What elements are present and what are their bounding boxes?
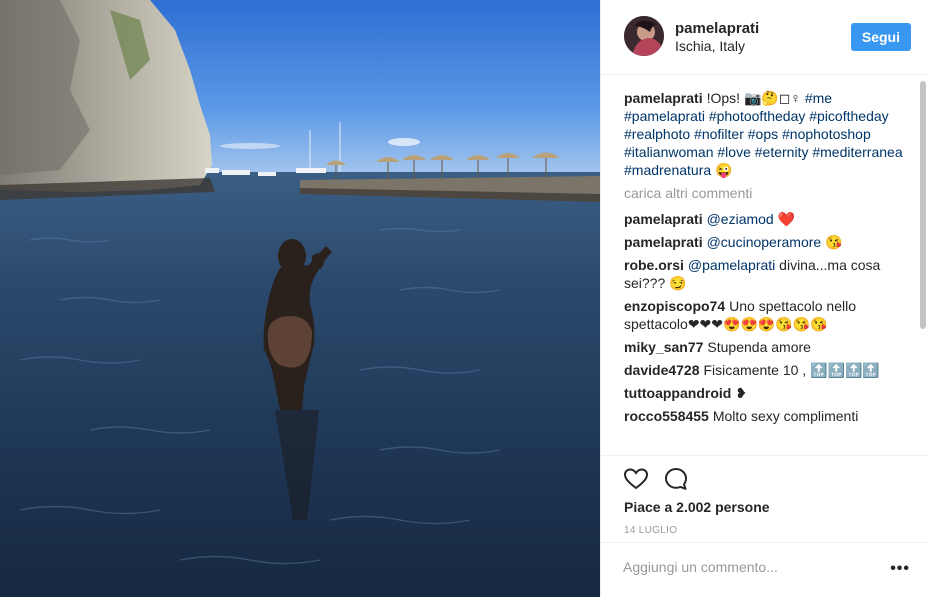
comment-item: pamelaprati @eziamod ❤️ <box>624 210 916 228</box>
likes-count[interactable]: Piace a 2.002 persone <box>624 499 770 515</box>
post-details-panel: pamelaprati Ischia, Italy Segui pamelapr… <box>600 0 929 597</box>
speech-bubble-icon[interactable] <box>663 466 689 492</box>
comment-item: enzopiscopo74 Uno spettacolo nello spetta… <box>624 297 916 333</box>
heart-outline-icon[interactable] <box>623 466 649 492</box>
header-location[interactable]: Ischia, Italy <box>675 38 745 54</box>
comments-list[interactable]: pamelaprati !Ops! 📷🤔◻♀ #me #pamelaprati #… <box>601 75 929 455</box>
comment-input[interactable] <box>623 559 883 575</box>
comment-text: Stupenda amore <box>707 339 811 355</box>
caption: pamelaprati !Ops! 📷🤔◻♀ #me #pamelaprati #… <box>624 89 916 179</box>
caption-emoji: 😜 <box>715 162 733 178</box>
comment-username[interactable]: pamelaprati <box>624 234 703 250</box>
comment-item: pamelaprati @cucinoperamore 😘 <box>624 233 916 251</box>
comment-username[interactable]: enzopiscopo74 <box>624 298 725 314</box>
comment-text: Fisicamente 10 , <box>703 362 807 378</box>
comment-mention[interactable]: @pamelaprati <box>688 257 775 273</box>
seaside-photo-illustration <box>0 0 600 597</box>
follow-button[interactable]: Segui <box>850 23 911 51</box>
post-photo[interactable] <box>0 0 600 597</box>
comment-text: Molto sexy complimenti <box>712 408 859 424</box>
comment-username[interactable]: pamelaprati <box>624 211 703 227</box>
comment-item: tuttoappandroid ❥ <box>624 384 916 402</box>
avatar[interactable] <box>624 16 664 56</box>
comment-emoji: 😍😍😍😘😘😘 <box>723 316 828 332</box>
caption-text: !Ops! 📷🤔◻♀ <box>706 90 801 106</box>
avatar-image <box>624 16 664 56</box>
comments-scrollbar[interactable] <box>920 81 926 329</box>
comment-username[interactable]: davide4728 <box>624 362 700 378</box>
comment-emoji: 😏 <box>669 275 687 291</box>
comment-emoji: ❤️ <box>777 211 796 227</box>
comment-emoji: 😘 <box>825 234 843 250</box>
comment-emoji: 🔝🔝🔝🔝 <box>810 362 880 378</box>
caption-username[interactable]: pamelaprati <box>624 90 703 106</box>
comment-username[interactable]: rocco558455 <box>624 408 709 424</box>
comment-username[interactable]: miky_san77 <box>624 339 703 355</box>
comment-mention[interactable]: @eziamod <box>707 211 774 227</box>
post-actions: Piace a 2.002 persone 14 LUGLIO ••• <box>601 455 929 595</box>
comment-item: davide4728 Fisicamente 10 , 🔝🔝🔝🔝 <box>624 361 916 379</box>
post-header: pamelaprati Ischia, Italy Segui <box>601 0 929 75</box>
comment-item: robe.orsi @pamelaprati divina...ma cosa s… <box>624 256 916 292</box>
comment-item: rocco558455 Molto sexy complimenti <box>624 407 916 425</box>
instagram-post-view: pamelaprati Ischia, Italy Segui pamelapr… <box>0 0 929 597</box>
comment-item: miky_san77 Stupenda amore <box>624 338 916 356</box>
comment-mention[interactable]: @cucinoperamore <box>707 234 822 250</box>
load-more-comments-link[interactable]: carica altri commenti <box>624 184 916 202</box>
more-options-button[interactable]: ••• <box>890 561 910 577</box>
header-username[interactable]: pamelaprati <box>675 20 759 37</box>
comments-content: pamelaprati !Ops! 📷🤔◻♀ #me #pamelaprati #… <box>624 89 916 430</box>
comment-username[interactable]: tuttoappandroid <box>624 385 731 401</box>
post-date[interactable]: 14 LUGLIO <box>624 525 677 536</box>
comment-username[interactable]: robe.orsi <box>624 257 684 273</box>
comment-emoji: ❥ <box>735 385 748 401</box>
add-comment-section: ••• <box>601 542 929 595</box>
